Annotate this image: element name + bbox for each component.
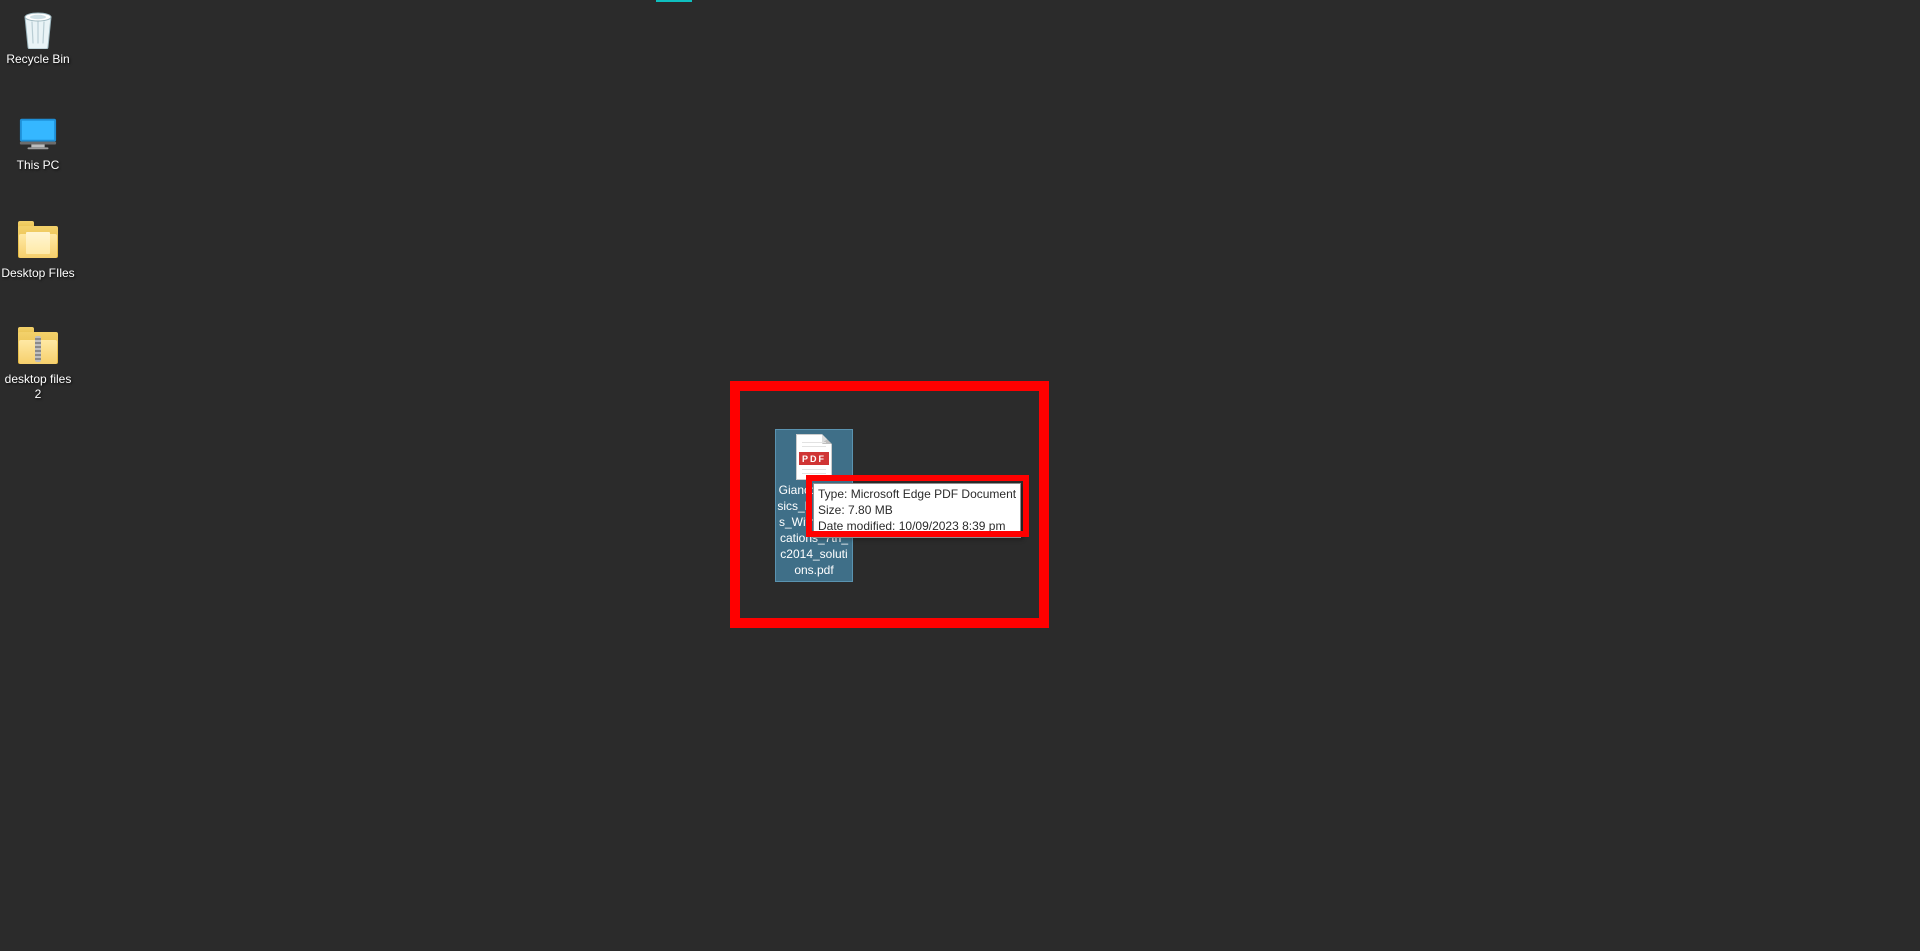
tooltip-type-row: Type: Microsoft Edge PDF Document (818, 486, 1016, 502)
tooltip-modified-value: 10/09/2023 8:39 pm (899, 519, 1006, 533)
pdf-file-icon: PDF (796, 434, 832, 480)
desktop-icon-desktop-files[interactable]: Desktop FIles (0, 222, 76, 281)
tooltip-size-value: 7.80 MB (848, 503, 893, 517)
pdf-badge: PDF (799, 452, 829, 465)
recycle-bin-icon (18, 8, 58, 48)
this-pc-icon (18, 114, 58, 154)
folder-icon (18, 222, 58, 262)
desktop-icon-this-pc[interactable]: This PC (0, 114, 76, 173)
tooltip-size-label: Size: (818, 503, 845, 517)
tooltip-modified-label: Date modified: (818, 519, 895, 533)
desktop-icon-desktop-files-2[interactable]: desktop files 2 (0, 328, 76, 402)
tooltip-type-value: Microsoft Edge PDF Document (851, 487, 1016, 501)
desktop-icon-label: desktop files 2 (0, 372, 76, 402)
file-tooltip: Type: Microsoft Edge PDF Document Size: … (813, 483, 1021, 538)
desktop-icon-label: This PC (17, 158, 60, 173)
desktop-icon-label: Recycle Bin (6, 52, 69, 67)
window-top-accent (656, 0, 692, 2)
tooltip-size-row: Size: 7.80 MB (818, 502, 1016, 518)
desktop-icon-label: Desktop FIles (1, 266, 74, 281)
tooltip-modified-row: Date modified: 10/09/2023 8:39 pm (818, 518, 1016, 534)
tooltip-type-label: Type: (818, 487, 847, 501)
zipped-folder-icon (18, 328, 58, 368)
desktop-icon-recycle-bin[interactable]: Recycle Bin (0, 8, 76, 67)
